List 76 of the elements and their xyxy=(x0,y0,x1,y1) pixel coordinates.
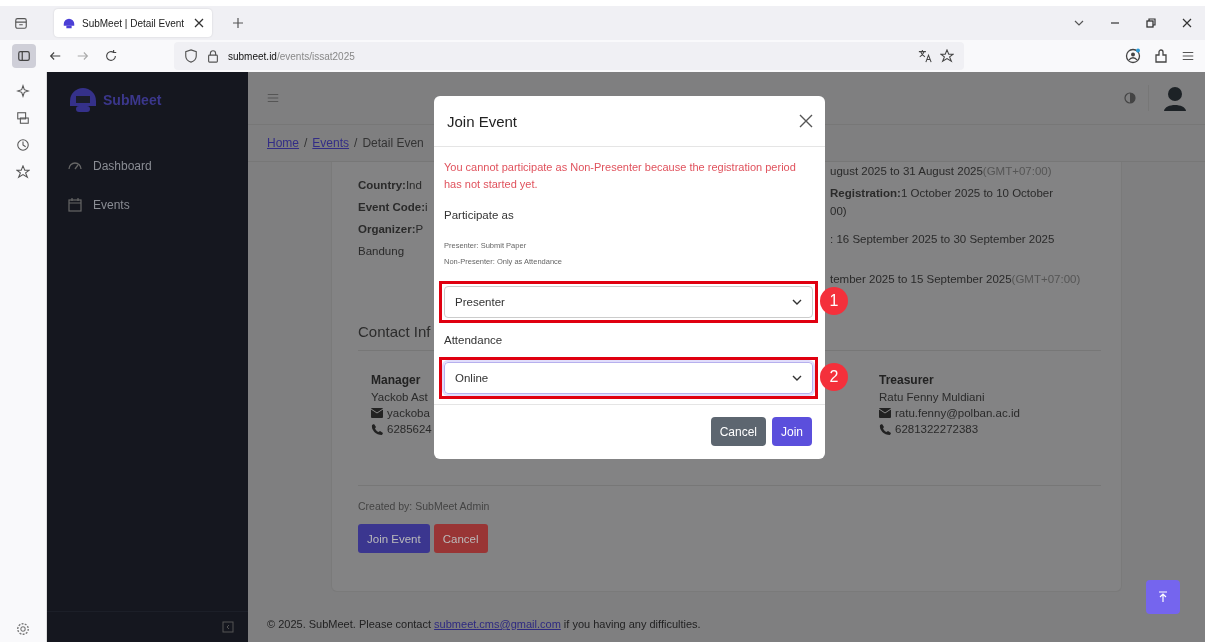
contact-role: Treasurer xyxy=(879,373,934,387)
logo-icon xyxy=(62,16,76,30)
envelope-icon xyxy=(371,407,383,419)
phone-icon xyxy=(371,423,383,435)
select-field[interactable]: Presenter xyxy=(444,286,813,318)
contact-email: yackoba xyxy=(387,407,430,419)
breadcrumb-separator: / xyxy=(304,136,308,150)
footer-text: © 2025. SubMeet. Please contact submeet.cms@gmail.com if you having any difficulties. xyxy=(266,618,702,632)
new-tab-icon[interactable] xyxy=(232,17,244,29)
chevron-down-icon xyxy=(792,297,802,307)
back-icon[interactable] xyxy=(48,49,62,63)
star-icon[interactable] xyxy=(940,49,954,63)
tab-list-icon[interactable] xyxy=(14,16,28,30)
detail-text: : 16 September 2025 to 30 September 2025 xyxy=(830,232,1055,247)
collapse-icon[interactable] xyxy=(222,621,234,633)
phone-icon xyxy=(879,423,891,435)
detail-text: Event Code:i xyxy=(358,200,428,215)
dialog-button[interactable]: Join xyxy=(772,417,812,446)
field-label: Participate as xyxy=(444,209,515,221)
detail-text: Bandung xyxy=(358,244,405,259)
breadcrumb-link[interactable]: Home xyxy=(267,136,299,150)
close-icon[interactable] xyxy=(799,114,813,128)
detail-text: Country:Ind xyxy=(358,178,422,193)
breadcrumb-current: Detail Even xyxy=(362,136,424,150)
address-bar[interactable]: submeet.id/events/issat2025 xyxy=(174,42,964,70)
chevron-down-icon xyxy=(792,373,802,383)
contrast-icon[interactable] xyxy=(1124,92,1136,104)
settings-icon[interactable] xyxy=(16,622,30,636)
section-heading: Contact Inf xyxy=(358,323,431,340)
select-field[interactable]: Online xyxy=(444,362,813,394)
detail-text: Organizer:P xyxy=(358,222,424,237)
sidebar-item[interactable]: Dashboard xyxy=(47,146,248,185)
contact-role: Manager xyxy=(371,373,421,387)
translate-icon[interactable] xyxy=(918,49,932,63)
contact-email: ratu.fenny@polban.ac.id xyxy=(895,407,1020,419)
url-text: submeet.id/events/issat2025 xyxy=(228,50,355,62)
contact-phone: 6285624 xyxy=(387,423,432,435)
breadcrumb-link[interactable]: Events xyxy=(312,136,350,150)
shield-icon xyxy=(184,49,198,63)
detail-text: 00) xyxy=(830,204,847,219)
lock-icon xyxy=(206,49,220,63)
extensions-icon[interactable] xyxy=(1153,48,1169,64)
email-link[interactable]: submeet.cms@gmail.com xyxy=(434,618,561,630)
browser-tab[interactable]: SubMeet | Detail Event xyxy=(54,9,212,37)
close-icon[interactable] xyxy=(1181,17,1193,29)
logo-text: SubMeet xyxy=(103,92,162,108)
close-icon[interactable] xyxy=(194,18,204,28)
field-label: Attendance xyxy=(444,334,504,346)
detail-text: Registration:1 October 2025 to 10 October xyxy=(830,186,1054,201)
contact-name: Ratu Fenny Muldiani xyxy=(879,391,985,403)
synced-tabs-icon[interactable] xyxy=(16,111,30,125)
arrow-up-icon xyxy=(1157,591,1169,603)
sidebar-toggle-button[interactable] xyxy=(12,44,36,68)
account-icon[interactable] xyxy=(1125,48,1141,64)
restore-icon[interactable] xyxy=(1145,17,1157,29)
sidebar-item[interactable]: Events xyxy=(47,185,248,224)
sidebar-icon xyxy=(17,49,31,63)
history-icon[interactable] xyxy=(16,138,30,152)
contact-name: Yackob Ast xyxy=(371,391,428,403)
envelope-icon xyxy=(879,407,891,419)
annotation-number: 1 xyxy=(820,287,848,315)
action-button[interactable]: Join Event xyxy=(358,524,430,553)
calendar-icon xyxy=(67,196,83,213)
dialog-title: Join Event xyxy=(447,112,518,130)
action-button[interactable]: Cancel xyxy=(433,524,488,553)
menu-icon[interactable] xyxy=(1181,49,1195,63)
sparkle-icon[interactable] xyxy=(16,84,30,98)
annotation-number: 2 xyxy=(820,363,848,391)
dialog-button[interactable]: Cancel xyxy=(710,417,766,446)
contact-phone: 6281322272383 xyxy=(895,423,979,435)
reload-icon[interactable] xyxy=(104,49,118,63)
breadcrumb-separator: / xyxy=(354,136,358,150)
error-message: You cannot participate as Non-Presenter because the registration period has not started yet. xyxy=(444,160,797,192)
avatar-icon[interactable] xyxy=(1161,84,1189,112)
created-by-text: Created by: SubMeet Admin xyxy=(358,500,491,512)
star-icon[interactable] xyxy=(16,165,30,179)
